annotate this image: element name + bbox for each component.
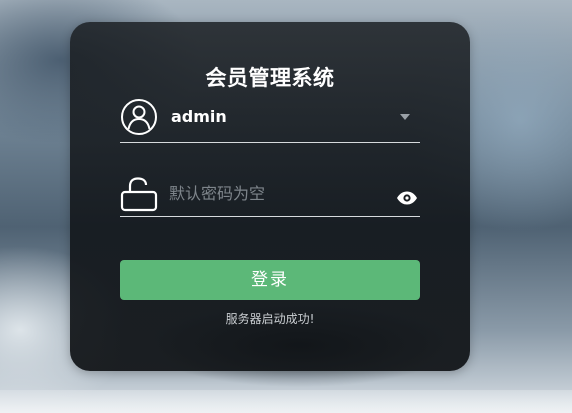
username-value: admin [171, 107, 227, 126]
username-field[interactable]: admin [120, 98, 420, 143]
password-field[interactable] [120, 172, 420, 217]
login-button[interactable]: 登录 [120, 260, 420, 300]
caret-down-icon[interactable] [400, 114, 410, 120]
login-panel: 会员管理系统 admin 登录 服务器启动成功! [70, 22, 470, 371]
background-bottom-strip [0, 390, 572, 413]
user-circle-icon [120, 98, 158, 136]
password-input[interactable] [169, 180, 389, 206]
page-title: 会员管理系统 [205, 66, 335, 90]
eye-icon[interactable] [396, 190, 418, 206]
lock-icon [120, 175, 158, 213]
status-message: 服务器启动成功! [225, 312, 315, 326]
